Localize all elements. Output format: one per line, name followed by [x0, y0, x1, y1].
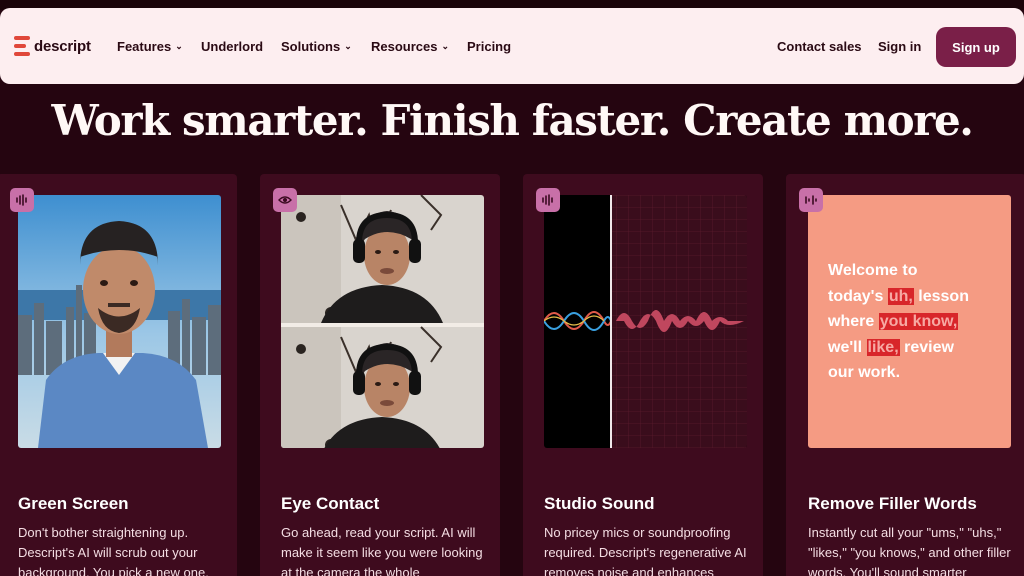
descript-logo[interactable]: descript [14, 36, 91, 56]
descript-logo-icon [14, 36, 30, 56]
nav-features-label: Features [117, 39, 172, 54]
nav-resources[interactable]: Resources ⌄ [371, 39, 449, 54]
nav-underlord-label: Underlord [201, 39, 264, 54]
filler-words-transcript: Welcome to today's uh, lesson where you … [828, 258, 1008, 386]
filler-word-highlight[interactable]: uh, [887, 287, 914, 305]
filler-word-highlight[interactable]: you know, [878, 313, 959, 330]
transcript-text: review [904, 338, 954, 356]
nav-pricing-label: Pricing [467, 39, 512, 54]
transcript-text: lesson [918, 287, 969, 305]
green-screen-video[interactable] [18, 195, 221, 448]
feature-card-green-screen[interactable]: Green Screen Don't bother straightening … [0, 174, 237, 576]
nav-features[interactable]: Features ⌄ [117, 39, 183, 54]
feature-card-eye-contact[interactable]: Eye Contact Go ahead, read your script. … [260, 174, 500, 576]
card-title: Remove Filler Words [808, 494, 977, 513]
chevron-down-icon: ⌄ [175, 41, 183, 51]
card-title: Studio Sound [544, 494, 655, 513]
card-title: Eye Contact [281, 494, 380, 513]
filler-words-demo[interactable]: Welcome to today's uh, lesson where you … [808, 195, 1011, 448]
nav-solutions[interactable]: Solutions ⌄ [281, 39, 352, 54]
contact-sales-link[interactable]: Contact sales [777, 39, 862, 54]
nav-solutions-label: Solutions [281, 39, 341, 54]
sign-up-button[interactable]: Sign up [936, 27, 1016, 67]
card-description: No pricey mics or soundproofing required… [544, 525, 747, 576]
card-description: Go ahead, read your script. AI will make… [281, 525, 483, 576]
filler-words-icon [799, 188, 823, 212]
card-title: Green Screen [18, 494, 129, 513]
transcript-text: Welcome to [828, 262, 918, 279]
sign-in-link[interactable]: Sign in [878, 39, 921, 54]
waveform-icon [536, 188, 560, 212]
hero-headline: Work smarter. Finish faster. Create more… [51, 96, 973, 145]
nav-pricing[interactable]: Pricing [467, 39, 511, 54]
eye-contact-video[interactable] [281, 195, 484, 448]
studio-sound-waveform[interactable] [544, 195, 747, 448]
sign-up-label: Sign up [952, 39, 1000, 55]
top-navigation: descript Features ⌄ Underlord Solutions … [0, 8, 1024, 84]
nav-resources-label: Resources [371, 39, 438, 54]
transcript-text: where [828, 313, 875, 330]
card-description: Instantly cut all your "ums," "uhs," "li… [808, 525, 1011, 576]
transcript-text: we'll [828, 338, 863, 356]
feature-card-studio-sound[interactable]: Studio Sound No pricey mics or soundproo… [523, 174, 763, 576]
chevron-down-icon: ⌄ [344, 41, 352, 51]
contact-sales-label: Contact sales [777, 39, 862, 54]
transcript-text: our work. [828, 364, 901, 381]
chevron-down-icon: ⌄ [441, 41, 450, 51]
nav-underlord[interactable]: Underlord [201, 39, 263, 54]
feature-card-remove-filler-words[interactable]: Welcome to today's uh, lesson where you … [786, 174, 1024, 576]
sign-in-label: Sign in [878, 39, 922, 54]
card-description: Don't bother straightening up. Descript'… [18, 525, 209, 576]
filler-word-highlight[interactable]: like, [866, 338, 900, 356]
waveform-icon [10, 188, 34, 212]
transcript-text: today's [828, 287, 884, 305]
eye-icon [273, 188, 297, 212]
logo-text: descript [34, 37, 91, 55]
